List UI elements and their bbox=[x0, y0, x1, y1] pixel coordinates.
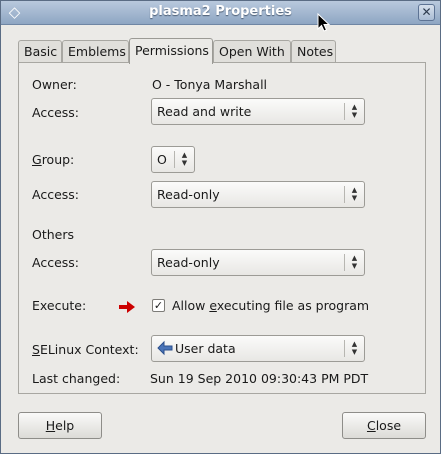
tab-emblems[interactable]: Emblems bbox=[62, 40, 129, 63]
tab-notes[interactable]: Notes bbox=[291, 40, 336, 63]
mouse-cursor-icon bbox=[317, 13, 331, 32]
execute-label: Execute: bbox=[32, 298, 87, 313]
selinux-label-rest: ELinux Context: bbox=[39, 342, 139, 357]
last-changed-value: Sun 19 Sep 2010 09:30:43 PM PDT bbox=[150, 371, 369, 386]
others-access-label: Access: bbox=[32, 255, 80, 270]
selinux-value: User data bbox=[175, 341, 236, 356]
tab-basic[interactable]: Basic bbox=[18, 40, 62, 63]
close-icon[interactable]: ✕ bbox=[418, 4, 435, 21]
up-down-arrows-icon: ▲ ▼ bbox=[181, 151, 188, 167]
up-down-arrows-icon: ▲ ▼ bbox=[351, 103, 358, 119]
title-bar[interactable]: ◇ plasma2 Properties ✕ bbox=[1, 1, 440, 25]
combo-separator bbox=[344, 186, 345, 203]
execute-checkbox[interactable]: ✓ bbox=[152, 299, 165, 312]
properties-dialog: ◇ plasma2 Properties ✕ Basic Emblems Per… bbox=[0, 0, 441, 454]
tab-label: Basic bbox=[24, 44, 58, 59]
group-access-select[interactable]: Read-only ▲ ▼ bbox=[151, 181, 365, 208]
selinux-context-select[interactable]: User data ▲ ▼ bbox=[151, 335, 365, 362]
execute-mnemonic: e bbox=[209, 298, 217, 313]
selinux-label: SELinux Context: bbox=[32, 342, 139, 357]
tab-permissions[interactable]: Permissions bbox=[129, 38, 213, 64]
up-down-arrows-icon: ▲ ▼ bbox=[351, 186, 358, 202]
help-button[interactable]: Help bbox=[18, 412, 102, 439]
owner-label: Owner: bbox=[32, 77, 77, 92]
selinux-mnemonic: S bbox=[32, 342, 40, 357]
group-label-mnemonic: G bbox=[32, 152, 42, 167]
owner-access-value: Read and write bbox=[157, 104, 252, 119]
close-label-rest: lose bbox=[375, 418, 402, 433]
group-label-rest: roup: bbox=[41, 152, 75, 167]
others-access-select[interactable]: Read-only ▲ ▼ bbox=[151, 249, 365, 276]
help-mnemonic: H bbox=[45, 418, 56, 433]
group-label: Group: bbox=[32, 152, 74, 167]
execute-text-pre: Allow bbox=[172, 298, 210, 313]
tab-label: Permissions bbox=[135, 43, 209, 58]
up-down-arrows-icon: ▲ ▼ bbox=[351, 340, 358, 356]
others-label: Others bbox=[32, 227, 75, 242]
tab-label: Open With bbox=[219, 44, 285, 59]
execute-checkbox-label[interactable]: Allow executing file as program bbox=[172, 298, 369, 313]
execute-text-post: xecuting file as program bbox=[216, 298, 370, 313]
last-changed-label: Last changed: bbox=[32, 371, 121, 386]
tab-open-with[interactable]: Open With bbox=[213, 40, 291, 63]
help-label-rest: elp bbox=[55, 418, 75, 433]
red-arrow-icon bbox=[119, 301, 135, 313]
back-arrow-icon bbox=[157, 340, 173, 356]
owner-access-label: Access: bbox=[32, 105, 80, 120]
tab-label: Notes bbox=[297, 44, 334, 59]
group-select[interactable]: O ▲ ▼ bbox=[151, 146, 195, 173]
group-access-value: Read-only bbox=[157, 187, 220, 202]
others-access-value: Read-only bbox=[157, 255, 220, 270]
combo-separator bbox=[344, 103, 345, 120]
up-down-arrows-icon: ▲ ▼ bbox=[351, 254, 358, 270]
close-button[interactable]: Close bbox=[342, 412, 426, 439]
combo-separator bbox=[344, 340, 345, 357]
owner-access-select[interactable]: Read and write ▲ ▼ bbox=[151, 98, 365, 125]
group-value: O bbox=[157, 152, 167, 167]
combo-separator bbox=[344, 254, 345, 271]
group-access-label: Access: bbox=[32, 187, 80, 202]
window-title: plasma2 Properties bbox=[149, 4, 292, 19]
owner-value: O - Tonya Marshall bbox=[152, 77, 268, 92]
combo-separator bbox=[174, 151, 175, 168]
tab-label: Emblems bbox=[68, 44, 126, 59]
close-mnemonic: C bbox=[366, 418, 376, 433]
